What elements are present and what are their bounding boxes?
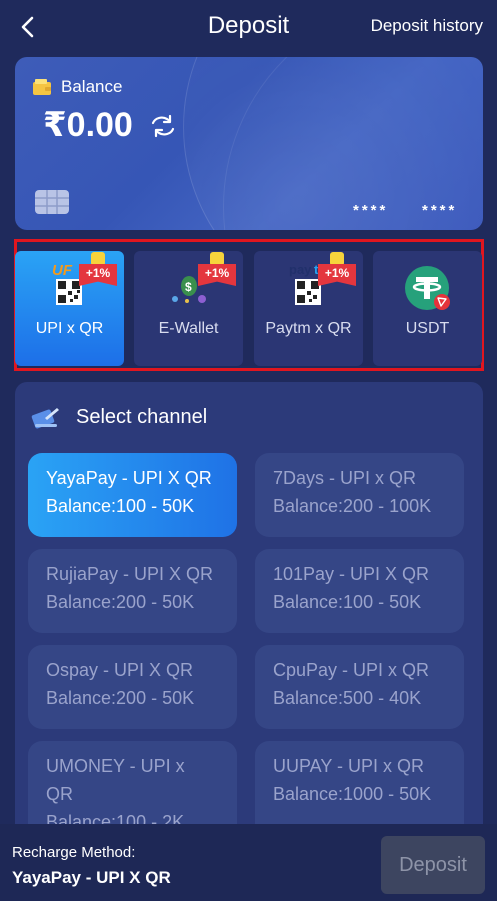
method-tab-paytm-qr[interactable]: pay tm +1% Paytm x QR [254, 251, 363, 366]
method-tab-label: E-Wallet [158, 320, 219, 337]
balance-amount: ₹0.00 [43, 106, 133, 144]
channel-card-7days[interactable]: 7Days - UPI x QR Balance:200 - 100K [255, 453, 464, 537]
channel-name: Ospay - UPI X QR [46, 660, 194, 680]
method-tab-label: Paytm x QR [265, 320, 352, 337]
channel-balance-range: Balance:200 - 50K [46, 688, 195, 708]
gift-icon [91, 252, 105, 266]
method-tab-label: UPI x QR [35, 320, 104, 337]
card-pen-icon [31, 408, 59, 429]
channel-card-yayapay[interactable]: YayaPay - UPI X QR Balance:100 - 50K [28, 453, 237, 537]
channel-name: 101Pay - UPI X QR [273, 564, 430, 584]
header: Deposit Deposit history [0, 0, 497, 54]
select-channel-title: Select channel [76, 406, 208, 428]
bonus-badge: +1% [79, 252, 117, 288]
channel-balance-range: Balance:500 - 40K [273, 688, 422, 708]
channel-name: CpuPay - UPI x QR [273, 660, 430, 680]
wallet-icon [33, 79, 51, 95]
recharge-method-value: YayaPay - UPI X QR [12, 868, 171, 887]
svg-text:UF: UF [52, 262, 73, 279]
channel-name: UUPAY - UPI x QR [273, 756, 425, 776]
balance-label: Balance [61, 77, 123, 96]
svg-text:pay: pay [289, 262, 312, 277]
method-tab-upi-qr[interactable]: UF +1% UPI x QR [15, 251, 124, 366]
channel-balance-range: Balance:100 - 50K [273, 592, 422, 612]
channel-name: RujiaPay - UPI X QR [46, 564, 214, 584]
refresh-icon[interactable] [149, 114, 177, 138]
channel-name: 7Days - UPI x QR [273, 468, 417, 488]
gift-icon [210, 252, 224, 266]
footer-bar: Recharge Method: YayaPay - UPI X QR Depo… [0, 824, 497, 901]
svg-text:$: $ [185, 280, 192, 294]
deposit-history-link[interactable]: Deposit history [371, 16, 483, 36]
channel-card-rujiapay[interactable]: RujiaPay - UPI X QR Balance:200 - 50K [28, 549, 237, 633]
channel-balance-range: Balance:200 - 100K [273, 496, 432, 516]
channel-card-ospay[interactable]: Ospay - UPI X QR Balance:200 - 50K [28, 645, 237, 729]
recharge-method-label: Recharge Method: [12, 844, 136, 861]
bonus-badge: +1% [318, 252, 356, 288]
method-tab-label: USDT [405, 320, 450, 337]
channel-balance-range: Balance:100 - 50K [46, 496, 195, 516]
channel-name: UMONEY - UPI x QR [46, 756, 185, 804]
channel-balance-range: Balance:200 - 50K [46, 592, 195, 612]
channel-card-cpupay[interactable]: CpuPay - UPI x QR Balance:500 - 40K [255, 645, 464, 729]
channel-name: YayaPay - UPI X QR [46, 468, 212, 488]
deposit-button[interactable]: Deposit [381, 836, 485, 894]
card-number-mask: **** [353, 202, 389, 219]
balance-card: Balance ₹0.00 **** **** [15, 57, 483, 230]
gift-icon [330, 252, 344, 266]
channel-card-101pay[interactable]: 101Pay - UPI X QR Balance:100 - 50K [255, 549, 464, 633]
method-tab-ewallet[interactable]: $ +1% E-Wallet [134, 251, 243, 366]
card-number-mask: **** [422, 202, 458, 219]
channel-balance-range: Balance:1000 - 50K [273, 784, 432, 804]
bonus-badge: +1% [198, 252, 236, 288]
method-tab-usdt[interactable]: USDT [373, 251, 482, 366]
usdt-icon [405, 266, 450, 310]
card-chip-icon [35, 190, 69, 214]
